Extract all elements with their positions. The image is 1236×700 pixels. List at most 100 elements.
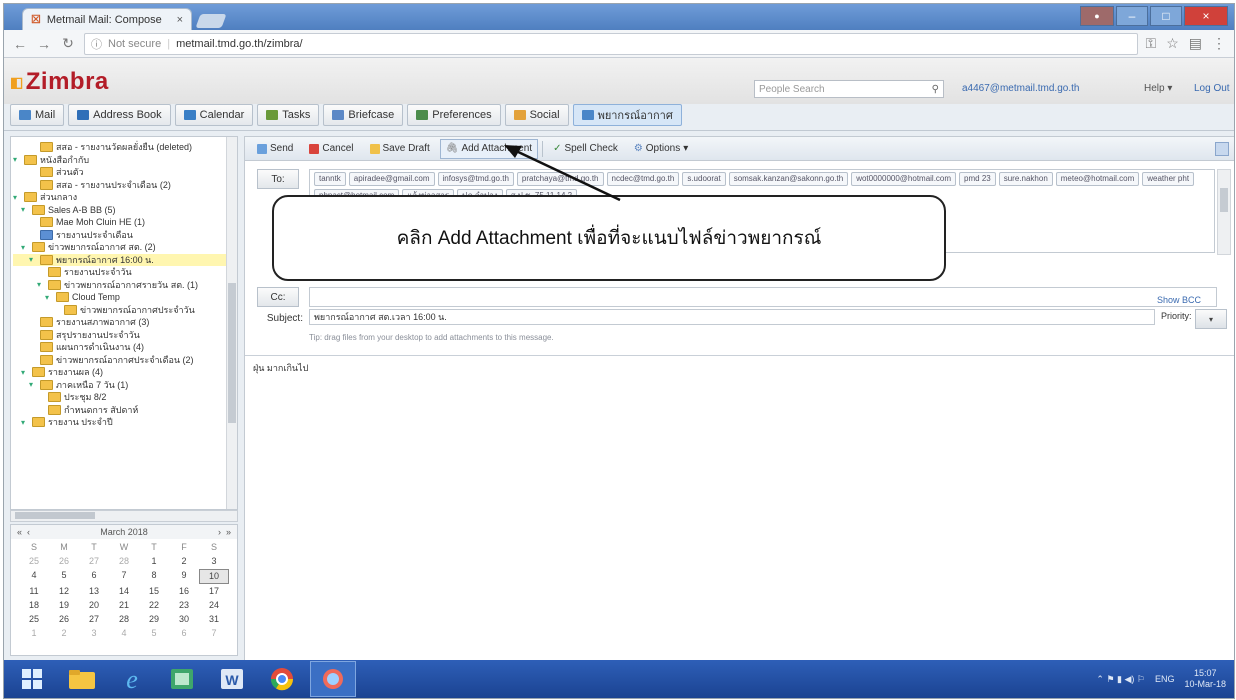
recipients-scrollbar[interactable]	[1217, 169, 1231, 255]
expand-arrow-icon[interactable]: ▾	[21, 368, 29, 377]
calendar-day[interactable]: 16	[169, 585, 199, 598]
folder-item[interactable]: ข่าวพยากรณ์อากาศประจำวัน	[13, 304, 237, 317]
menu-icon[interactable]: ⋮	[1212, 35, 1226, 52]
folder-item[interactable]: ▾ ข่าวพยากรณ์อากาศ สต. (2)	[13, 241, 237, 254]
calendar-day[interactable]: 4	[19, 569, 49, 582]
window-close-button[interactable]: ×	[1184, 6, 1228, 26]
calendar-day[interactable]: 27	[79, 613, 109, 626]
calendar-month-title[interactable]: March 2018	[100, 527, 148, 537]
calendar-day[interactable]: 18	[19, 599, 49, 612]
expand-arrow-icon[interactable]: ▾	[21, 418, 29, 427]
options-button[interactable]: ⚙ Options ▾	[628, 139, 694, 159]
app-tab-3[interactable]: Tasks	[257, 104, 320, 126]
browser-tab[interactable]: ☒ Metmail Mail: Compose ×	[22, 8, 192, 30]
recipient-chip[interactable]: ncdec@tmd.go.th	[606, 172, 680, 186]
folder-item[interactable]: ▾ Sales A-B BB (5)	[13, 204, 237, 217]
people-search-input[interactable]: People Search ⚲	[754, 80, 944, 98]
recipient-chip[interactable]: tanntk	[314, 172, 346, 186]
calendar-day[interactable]: 3	[199, 555, 229, 568]
folder-item[interactable]: ▾ ภาคเหนือ 7 วัน (1)	[13, 379, 237, 392]
folder-item[interactable]: แผนการดำเนินงาน (4)	[13, 341, 237, 354]
profile-icon[interactable]: ●	[1080, 6, 1114, 26]
subject-input[interactable]: พยากรณ์อากาศ สต.เวลา 16:00 น.	[309, 309, 1155, 325]
bookmark-star-icon[interactable]: ☆	[1166, 35, 1179, 52]
new-tab-button[interactable]	[195, 14, 227, 28]
calendar-today[interactable]: 10	[199, 569, 229, 584]
calendar-day[interactable]: 11	[19, 585, 49, 598]
calendar-day[interactable]: 5	[139, 627, 169, 640]
folder-item[interactable]: รายงานประจำวัน	[13, 266, 237, 279]
folder-item[interactable]: ประชุม 8/2	[13, 391, 237, 404]
app-tab-6[interactable]: Social	[504, 104, 569, 126]
expand-arrow-icon[interactable]: ▾	[29, 380, 37, 389]
recipient-chip[interactable]: apiradee@gmail.com	[348, 172, 435, 186]
help-menu[interactable]: Help ▾	[1144, 83, 1172, 94]
calendar-day[interactable]: 30	[169, 613, 199, 626]
calendar-day[interactable]: 24	[199, 599, 229, 612]
folder-scroll-thumb[interactable]	[228, 283, 236, 423]
folder-item[interactable]: ▾ ส่วนกลาง	[13, 191, 237, 204]
search-icon[interactable]: ⚲	[932, 84, 939, 95]
windows-start-icon[interactable]	[10, 662, 54, 696]
calendar-day[interactable]: 15	[139, 585, 169, 598]
folder-item[interactable]: สรุปรายงานประจำวัน	[13, 329, 237, 342]
expand-arrow-icon[interactable]: ▾	[21, 243, 29, 252]
close-tab-icon[interactable]: ×	[177, 14, 183, 26]
recipient-chip[interactable]: infosys@tmd.go.th	[437, 172, 514, 186]
recipients-scroll-thumb[interactable]	[1220, 188, 1228, 212]
url-input[interactable]: ⓘ Not secure | metmail.tmd.go.th/zimbra/	[84, 32, 1138, 55]
folder-item[interactable]: ▾ รายงานผล (4)	[13, 366, 237, 379]
prev-year-button[interactable]: «	[17, 527, 22, 537]
calendar-day[interactable]: 29	[139, 613, 169, 626]
show-bcc-link[interactable]: Show BCC	[1157, 295, 1201, 305]
media-app-icon[interactable]	[160, 662, 204, 696]
internet-explorer-icon[interactable]: e	[110, 662, 154, 696]
calendar-day[interactable]: 14	[109, 585, 139, 598]
message-body[interactable]: ฝุ่น มากเกินไป	[253, 361, 308, 375]
folder-item[interactable]: สสอ - รายงานประจำเดือน (2)	[13, 179, 237, 192]
logout-link[interactable]: Log Out	[1194, 83, 1230, 94]
app-tab-2[interactable]: Calendar	[174, 104, 254, 126]
reload-icon[interactable]: ↻	[60, 35, 76, 52]
folder-item[interactable]: ▾ พยากรณ์อากาศ 16:00 น.	[13, 253, 237, 266]
calendar-day[interactable]: 2	[49, 627, 79, 640]
calendar-day[interactable]: 17	[199, 585, 229, 598]
folder-scrollbar[interactable]	[226, 137, 237, 509]
calendar-day[interactable]: 6	[79, 569, 109, 582]
folder-item[interactable]: ▾ ข่าวพยากรณ์อากาศรายวัน สต. (1)	[13, 279, 237, 292]
recipient-chip[interactable]: sure.nakhon	[998, 172, 1053, 186]
calendar-day[interactable]: 6	[169, 627, 199, 640]
snipping-tool-icon[interactable]	[310, 661, 356, 697]
chrome-icon[interactable]	[260, 662, 304, 696]
recipient-chip[interactable]: meteo@hotmail.com	[1055, 172, 1140, 186]
expand-arrow-icon[interactable]: ▾	[21, 205, 29, 214]
calendar-day[interactable]: 12	[49, 585, 79, 598]
app-tab-7[interactable]: พยากรณ์อากาศ	[572, 104, 682, 126]
app-tab-5[interactable]: Preferences	[407, 104, 501, 126]
folder-item[interactable]: รายงานประจำเดือน	[13, 229, 237, 242]
calendar-day[interactable]: 8	[139, 569, 169, 582]
language-indicator[interactable]: ENG	[1155, 674, 1175, 684]
clock[interactable]: 15:07 10-Mar-18	[1184, 668, 1226, 690]
save-draft-button[interactable]: Save Draft	[364, 139, 436, 159]
app-tab-1[interactable]: Address Book	[68, 104, 171, 126]
expand-arrow-icon[interactable]: ▾	[13, 155, 21, 164]
folder-item[interactable]: ▾ หนังสือกำกับ	[13, 154, 237, 167]
calendar-day[interactable]: 25	[19, 613, 49, 626]
next-year-button[interactable]: »	[226, 527, 231, 537]
calendar-day[interactable]: 28	[109, 555, 139, 568]
extension-icon[interactable]: ▤	[1189, 35, 1202, 52]
calendar-day[interactable]: 23	[169, 599, 199, 612]
horizontal-scroll-thumb[interactable]	[15, 512, 95, 519]
add-attachment-button[interactable]: 🖇 Add Attachment	[439, 138, 539, 159]
calendar-day[interactable]: 7	[199, 627, 229, 640]
expand-arrow-icon[interactable]: ▾	[13, 193, 21, 202]
calendar-day[interactable]: 9	[169, 569, 199, 582]
calendar-day[interactable]: 26	[49, 613, 79, 626]
tray-icons[interactable]: ⌃ ⚑ ▮ ◀) ⚐	[1096, 674, 1145, 685]
calendar-day[interactable]: 22	[139, 599, 169, 612]
priority-select[interactable]: ▾	[1195, 309, 1227, 329]
cancel-button[interactable]: Cancel	[303, 139, 359, 159]
calendar-day[interactable]: 20	[79, 599, 109, 612]
key-icon[interactable]: ⚿	[1146, 35, 1157, 52]
